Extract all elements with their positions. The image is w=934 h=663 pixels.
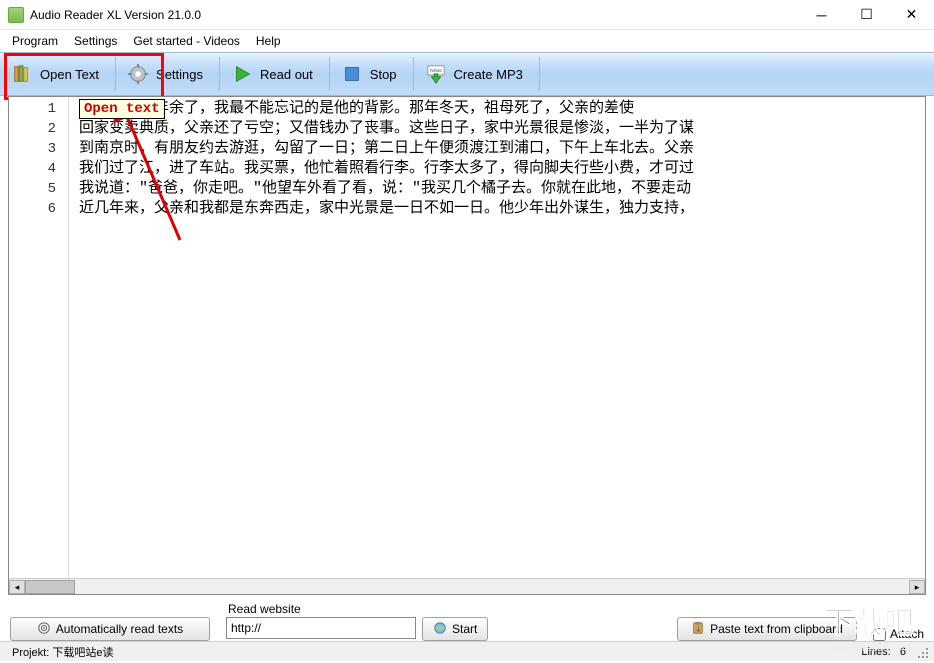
statusbar: Projekt: 下载吧站e读 Lines: 6 [0,641,934,661]
text-line: 回家变卖典质，父亲还了亏空；又借钱办了丧事。这些日子，家中光景很是惨淡，一半为了… [79,119,925,139]
target-icon [37,621,51,638]
stop-label: Stop [370,67,397,82]
toolbar: Open Text Settings Read out Stop News Cr… [0,52,934,96]
minimize-button[interactable]: ─ [799,0,844,30]
menu-settings[interactable]: Settings [66,32,125,50]
window-title: Audio Reader XL Version 21.0.0 [30,8,799,22]
maximize-button[interactable]: ☐ [844,0,889,30]
auto-read-button[interactable]: Automatically read texts [10,617,210,641]
tooltip-open-text: Open text [79,99,165,119]
text-line: 我说道："爸爸，你走吧。"他望车外看了看，说："我买几个橘子去。你就在此地，不要… [79,179,925,199]
open-text-label: Open Text [40,67,99,82]
scroll-track[interactable] [25,580,909,594]
text-line: 近几年来，父亲和我都是东奔西走，家中光景是一日不如一日。他少年出外谋生，独力支持… [79,199,925,219]
paste-clipboard-button[interactable]: Paste text from clipboard [677,617,857,641]
download-icon: News [424,62,448,86]
status-lines: Lines: 6 [853,646,914,658]
read-out-button[interactable]: Read out [220,53,329,95]
play-icon [230,62,254,86]
text-content[interactable]: 不相见已二年余了，我最不能忘记的是他的背影。那年冬天，祖母死了，父亲的差使 回家… [69,97,925,578]
settings-label: Settings [156,67,203,82]
line-number: 4 [9,159,68,179]
scroll-left-arrow[interactable]: ◂ [9,580,25,594]
attach-checkbox[interactable] [873,628,886,641]
books-icon [10,62,34,86]
line-number: 5 [9,179,68,199]
globe-icon [433,621,447,638]
menu-help[interactable]: Help [248,32,289,50]
line-number: 3 [9,139,68,159]
bottom-controls: Automatically read texts Read website St… [10,597,924,641]
horizontal-scrollbar[interactable]: ◂ ▸ [9,578,925,594]
status-project: Projekt: 下载吧站e读 [4,644,121,660]
svg-text:News: News [430,68,442,73]
attach-label: Attach [890,627,924,641]
start-button[interactable]: Start [422,617,488,641]
scroll-right-arrow[interactable]: ▸ [909,580,925,594]
resize-grip[interactable] [914,644,930,660]
create-mp3-button[interactable]: News Create MP3 [414,53,539,95]
settings-button[interactable]: Settings [116,53,219,95]
start-label: Start [452,622,477,636]
toolbar-separator [539,57,540,91]
line-number: 1 [9,99,68,119]
text-line: 我们过了江，进了车站。我买票，他忙着照看行李。行李太多了，得向脚夫行些小费，才可… [79,159,925,179]
create-mp3-label: Create MP3 [454,67,523,82]
text-editor[interactable]: 1 2 3 4 5 6 不相见已二年余了，我最不能忘记的是他的背影。那年冬天，祖… [8,96,926,595]
menu-getstarted[interactable]: Get started - Videos [125,32,248,50]
stop-button[interactable]: Stop [330,53,413,95]
gear-icon [126,62,150,86]
text-line: 到南京时，有朋友约去游逛，勾留了一日；第二日上午便须渡江到浦口，下午上车北去。父… [79,139,925,159]
scroll-thumb[interactable] [25,580,75,594]
menubar: Program Settings Get started - Videos He… [0,30,934,52]
clipboard-icon [691,621,705,638]
text-line: 不相见已二年余了，我最不能忘记的是他的背影。那年冬天，祖母死了，父亲的差使 [79,99,925,119]
close-button[interactable]: ✕ [889,0,934,30]
menu-program[interactable]: Program [4,32,66,50]
line-number: 6 [9,199,68,219]
stop-icon [340,62,364,86]
line-number: 2 [9,119,68,139]
auto-read-label: Automatically read texts [56,622,183,636]
paste-label: Paste text from clipboard [710,622,843,636]
read-website-label: Read website [226,602,488,616]
url-input[interactable] [226,617,416,639]
app-icon [8,7,24,23]
read-website-group: Read website Start [226,602,488,641]
open-text-button[interactable]: Open Text [0,53,115,95]
attach-checkbox-group[interactable]: Attach [873,627,924,641]
titlebar: Audio Reader XL Version 21.0.0 ─ ☐ ✕ [0,0,934,30]
read-out-label: Read out [260,67,313,82]
line-gutter: 1 2 3 4 5 6 [9,97,69,578]
